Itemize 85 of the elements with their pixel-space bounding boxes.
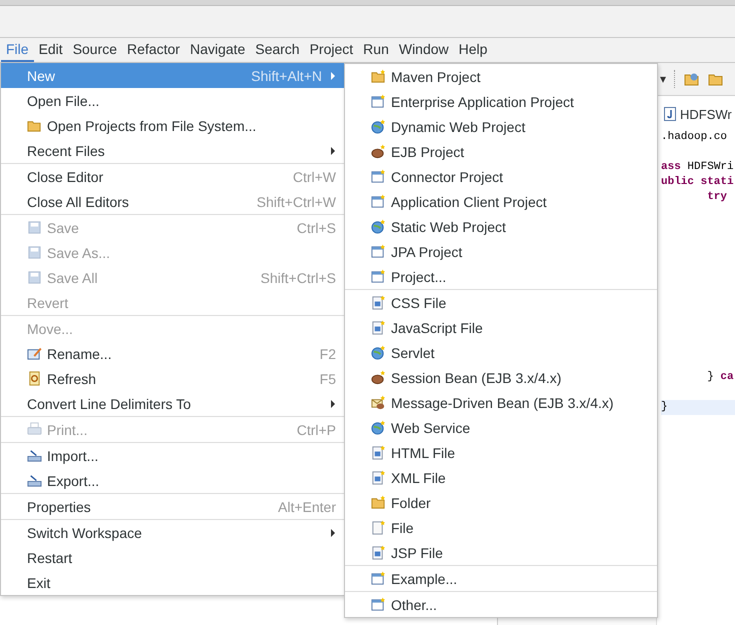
document-icon xyxy=(371,470,386,485)
menu-title[interactable]: Search xyxy=(250,38,305,62)
submenu-arrow-icon xyxy=(330,146,336,156)
document-icon xyxy=(371,545,386,560)
folder-icon xyxy=(371,495,386,510)
bean-icon xyxy=(371,144,386,159)
java-file-icon xyxy=(664,107,676,121)
code-line: } ca xyxy=(706,370,735,385)
document-icon xyxy=(371,445,386,460)
menu-title[interactable]: Refactor xyxy=(122,38,185,62)
menu-item[interactable]: Web Service xyxy=(345,415,657,440)
menu-title[interactable]: Window xyxy=(394,38,454,62)
submenu-arrow-icon xyxy=(330,70,336,80)
menu-item[interactable]: Recent Files xyxy=(1,138,344,163)
code-line: ublic stati xyxy=(661,175,735,190)
menu-item[interactable]: Rename... F2 xyxy=(1,341,344,366)
menu-title[interactable]: Project xyxy=(304,38,358,62)
menu-item[interactable]: Restart xyxy=(1,545,344,570)
menu-title[interactable]: Edit xyxy=(34,38,68,62)
window-icon xyxy=(371,94,386,109)
menu-item[interactable]: Exit xyxy=(1,570,344,595)
menu-item[interactable]: Enterprise Application Project xyxy=(345,89,657,114)
code-line: try xyxy=(706,190,728,205)
menu-item[interactable]: Servlet xyxy=(345,340,657,365)
menu-item[interactable]: JSP File xyxy=(345,540,657,565)
tray-icon xyxy=(27,473,42,488)
dropdown-caret[interactable]: ▾ xyxy=(660,72,666,86)
menu-item[interactable]: EJB Project xyxy=(345,139,657,164)
tray-icon xyxy=(27,448,42,463)
menu-item[interactable]: Dynamic Web Project xyxy=(345,114,657,139)
globe-icon xyxy=(371,219,386,234)
document-icon xyxy=(371,520,386,535)
document-icon xyxy=(27,371,42,386)
menu-item[interactable]: Refresh F5 xyxy=(1,366,344,391)
menu-title[interactable]: Run xyxy=(358,38,394,62)
globe-icon xyxy=(371,345,386,360)
menu-item[interactable]: Close Editor Ctrl+W xyxy=(1,164,344,189)
menu-item[interactable]: Application Client Project xyxy=(345,189,657,214)
bean-icon xyxy=(371,370,386,385)
window-icon xyxy=(371,269,386,284)
envelope-icon xyxy=(371,395,386,410)
editor-tab[interactable]: HDFSWr xyxy=(661,106,732,122)
submenu-arrow-icon xyxy=(330,398,336,408)
menu-item[interactable]: JavaScript File xyxy=(345,315,657,340)
window-icon xyxy=(371,169,386,184)
printer-icon xyxy=(27,422,42,437)
folder-icon[interactable] xyxy=(684,71,700,87)
menu-title[interactable]: Navigate xyxy=(184,38,250,62)
window-icon xyxy=(371,194,386,209)
document-icon xyxy=(371,320,386,335)
menu-item[interactable]: Session Bean (EJB 3.x/4.x) xyxy=(345,365,657,390)
menu-item[interactable]: Example... xyxy=(345,566,657,591)
menu-item[interactable]: Static Web Project xyxy=(345,214,657,239)
pencil-icon xyxy=(27,346,42,361)
menu-item[interactable]: Folder xyxy=(345,490,657,515)
menu-item[interactable]: Properties Alt+Enter xyxy=(1,494,344,519)
menu-item[interactable]: XML File xyxy=(345,465,657,490)
globe-icon xyxy=(371,420,386,435)
menu-item[interactable]: File xyxy=(345,515,657,540)
document-icon xyxy=(371,295,386,310)
menu-item[interactable]: JPA Project xyxy=(345,239,657,264)
menu-item[interactable]: Switch Workspace xyxy=(1,520,344,545)
menu-title[interactable]: Help xyxy=(454,38,492,62)
menu-item[interactable]: Open Projects from File System... xyxy=(1,113,344,138)
code-line: .hadoop.co xyxy=(661,130,728,145)
menu-item[interactable]: HTML File xyxy=(345,440,657,465)
menu-item[interactable]: Maven Project xyxy=(345,64,657,89)
folder-icon xyxy=(371,69,386,84)
menu-item[interactable]: Import... xyxy=(1,443,344,468)
window-icon xyxy=(371,571,386,586)
menu-item[interactable]: Project... xyxy=(345,264,657,289)
submenu-arrow-icon xyxy=(330,528,336,538)
menu-item[interactable]: Other... xyxy=(345,592,657,617)
menu-item[interactable]: Convert Line Delimiters To xyxy=(1,391,344,416)
menu-item[interactable]: Open File... xyxy=(1,88,344,113)
menu-item[interactable]: Connector Project xyxy=(345,164,657,189)
window-icon xyxy=(371,597,386,612)
code-line: ass HDFSWri xyxy=(661,160,735,175)
menu-item[interactable]: CSS File xyxy=(345,290,657,315)
menu-item[interactable]: Close All Editors Shift+Ctrl+W xyxy=(1,189,344,214)
menu-item[interactable]: Export... xyxy=(1,468,344,493)
menu-item[interactable]: Message-Driven Bean (EJB 3.x/4.x) xyxy=(345,390,657,415)
menu-title[interactable]: Source xyxy=(68,38,122,62)
window-icon xyxy=(371,244,386,259)
globe-icon xyxy=(371,119,386,134)
